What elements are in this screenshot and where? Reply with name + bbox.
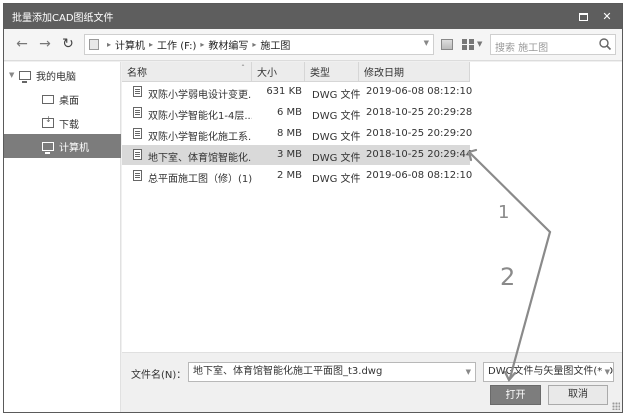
table-row[interactable]: 总平面施工图（修）(1)... 2 MB DWG 文件 2019-06-08 0…	[122, 166, 473, 186]
sort-ascending-icon: ˆ	[241, 64, 245, 73]
column-header-label: 大小	[257, 68, 277, 79]
expand-icon[interactable]: ▼	[9, 71, 19, 79]
file-size: 631 KB	[266, 86, 302, 97]
file-modified: 2018-10-25 20:29:20	[366, 128, 473, 139]
sidebar-item-computer[interactable]: 计算机	[4, 134, 121, 158]
file-type: DWG 文件	[312, 153, 361, 164]
sidebar-item-label: 下载	[59, 119, 79, 131]
maximize-button[interactable]	[574, 8, 592, 26]
filetype-value: DWG文件与矢量图文件(*.D	[488, 366, 614, 377]
resize-grip-icon[interactable]	[612, 402, 620, 410]
chevron-down-icon[interactable]: ▼	[477, 40, 482, 48]
search-placeholder: 搜索 施工图	[495, 43, 549, 54]
open-button[interactable]: 打开	[490, 385, 541, 405]
table-row[interactable]: 双陈小学智能化1-4层... 6 MB DWG 文件 2018-10-25 20…	[122, 103, 473, 123]
sidebar-item-downloads[interactable]: 下载	[4, 112, 121, 134]
file-size: 8 MB	[276, 128, 302, 139]
computer-icon	[19, 70, 31, 83]
back-button[interactable]: ←	[14, 36, 30, 52]
file-name: 双陈小学智能化1-4层...	[148, 111, 252, 122]
table-row-selected[interactable]: 地下室、体育馆智能化... 3 MB DWG 文件 2018-10-25 20:…	[122, 145, 473, 165]
file-modified: 2018-10-25 20:29:44	[366, 149, 473, 160]
desktop-icon	[42, 94, 54, 104]
breadcrumb[interactable]: ▸ 计算机 ▸ 工作 (F:) ▸ 教材编写 ▸ 施工图 ▼	[84, 34, 434, 55]
column-header-modified[interactable]: 修改日期	[359, 62, 470, 82]
refresh-button[interactable]: ↻	[60, 36, 76, 52]
column-header-type[interactable]: 类型	[305, 62, 359, 82]
column-header-label: 名称	[127, 68, 147, 79]
chevron-right-icon: ▸	[252, 40, 257, 49]
file-size: 2 MB	[276, 170, 302, 181]
column-header-name[interactable]: 名称 ˆ	[122, 62, 252, 82]
file-modified: 2018-10-25 20:29:28	[366, 107, 473, 118]
maximize-icon	[578, 12, 588, 21]
column-header-label: 修改日期	[364, 68, 404, 79]
title-bar: 批量添加CAD图纸文件 ✕	[4, 4, 622, 29]
chevron-right-icon: ▸	[107, 40, 112, 49]
navigation-pane: ▼ 我的电脑 桌面 下载 计算机	[4, 62, 121, 412]
preview-pane-icon[interactable]	[441, 39, 453, 50]
folder-icon	[89, 39, 99, 50]
file-modified: 2019-06-08 08:12:10	[366, 170, 473, 181]
filename-label: 文件名(N)：	[131, 370, 187, 381]
close-button[interactable]: ✕	[598, 8, 616, 26]
file-type: DWG 文件	[312, 90, 361, 101]
arrow-left-icon: ←	[16, 36, 28, 52]
table-row[interactable]: 双陈小学智能化施工系... 8 MB DWG 文件 2018-10-25 20:…	[122, 124, 473, 144]
arrow-right-icon: →	[39, 36, 51, 52]
dwg-file-icon	[133, 86, 142, 97]
file-modified: 2019-06-08 08:12:10	[366, 86, 473, 97]
file-type: DWG 文件	[312, 132, 361, 143]
chevron-down-icon[interactable]: ▼	[424, 39, 429, 47]
search-icon[interactable]	[598, 37, 612, 51]
filetype-select[interactable]: DWG文件与矢量图文件(*.D ▼	[483, 362, 614, 382]
file-type: DWG 文件	[312, 174, 361, 185]
sidebar-item-my-computer[interactable]: ▼ 我的电脑	[4, 64, 121, 86]
breadcrumb-item-computer[interactable]: 计算机	[115, 37, 145, 52]
download-icon	[42, 115, 54, 128]
sidebar-item-desktop[interactable]: 桌面	[4, 88, 121, 110]
file-dialog: 批量添加CAD图纸文件 ✕ ← → ↻ ▸ 计算机 ▸ 工作 (F:) ▸ 教材…	[3, 3, 623, 413]
address-toolbar: ← → ↻ ▸ 计算机 ▸ 工作 (F:) ▸ 教材编写 ▸ 施工图 ▼ ▼ 搜…	[4, 29, 622, 61]
breadcrumb-item-drive[interactable]: 工作 (F:)	[157, 37, 196, 52]
forward-button[interactable]: →	[37, 36, 53, 52]
file-list: 名称 ˆ 大小 类型 修改日期 双陈小学弱电设计变更... 631 KB DWG…	[122, 62, 622, 352]
filename-field[interactable]: 地下室、体育馆智能化施工平面图_t3.dwg ▼	[188, 362, 476, 382]
dwg-file-icon	[133, 128, 142, 139]
file-name: 双陈小学弱电设计变更...	[148, 90, 252, 101]
search-input[interactable]: 搜索 施工图	[490, 34, 616, 55]
file-size: 6 MB	[276, 107, 302, 118]
column-header-label: 类型	[310, 68, 330, 79]
chevron-right-icon: ▸	[149, 40, 154, 49]
chevron-right-icon: ▸	[200, 40, 205, 49]
window-title: 批量添加CAD图纸文件	[12, 13, 114, 24]
chevron-down-icon[interactable]: ▼	[466, 363, 471, 381]
dwg-file-icon	[133, 170, 142, 181]
view-mode-icon[interactable]	[462, 39, 474, 50]
sidebar-item-label: 计算机	[59, 142, 89, 154]
column-header-size[interactable]: 大小	[252, 62, 305, 82]
file-type: DWG 文件	[312, 111, 361, 122]
file-name: 总平面施工图（修）(1)...	[148, 174, 252, 185]
file-name: 地下室、体育馆智能化...	[148, 153, 252, 164]
dwg-file-icon	[133, 149, 142, 160]
dwg-file-icon	[133, 107, 142, 118]
bottom-panel: 文件名(N)： 地下室、体育馆智能化施工平面图_t3.dwg ▼ DWG文件与矢…	[122, 352, 622, 412]
breadcrumb-item-textbook[interactable]: 教材编写	[208, 37, 248, 52]
filename-value: 地下室、体育馆智能化施工平面图_t3.dwg	[193, 366, 383, 377]
sidebar-item-label: 桌面	[59, 95, 79, 107]
sidebar-item-label: 我的电脑	[36, 71, 76, 83]
cancel-button[interactable]: 取消	[548, 385, 608, 405]
chevron-down-icon[interactable]: ▼	[602, 363, 610, 381]
computer-icon	[42, 141, 54, 154]
breadcrumb-item-drawings[interactable]: 施工图	[260, 37, 290, 52]
refresh-icon: ↻	[62, 36, 74, 52]
table-row[interactable]: 双陈小学弱电设计变更... 631 KB DWG 文件 2019-06-08 0…	[122, 82, 473, 102]
file-name: 双陈小学智能化施工系...	[148, 132, 252, 143]
close-icon: ✕	[602, 10, 612, 23]
file-size: 3 MB	[276, 149, 302, 160]
